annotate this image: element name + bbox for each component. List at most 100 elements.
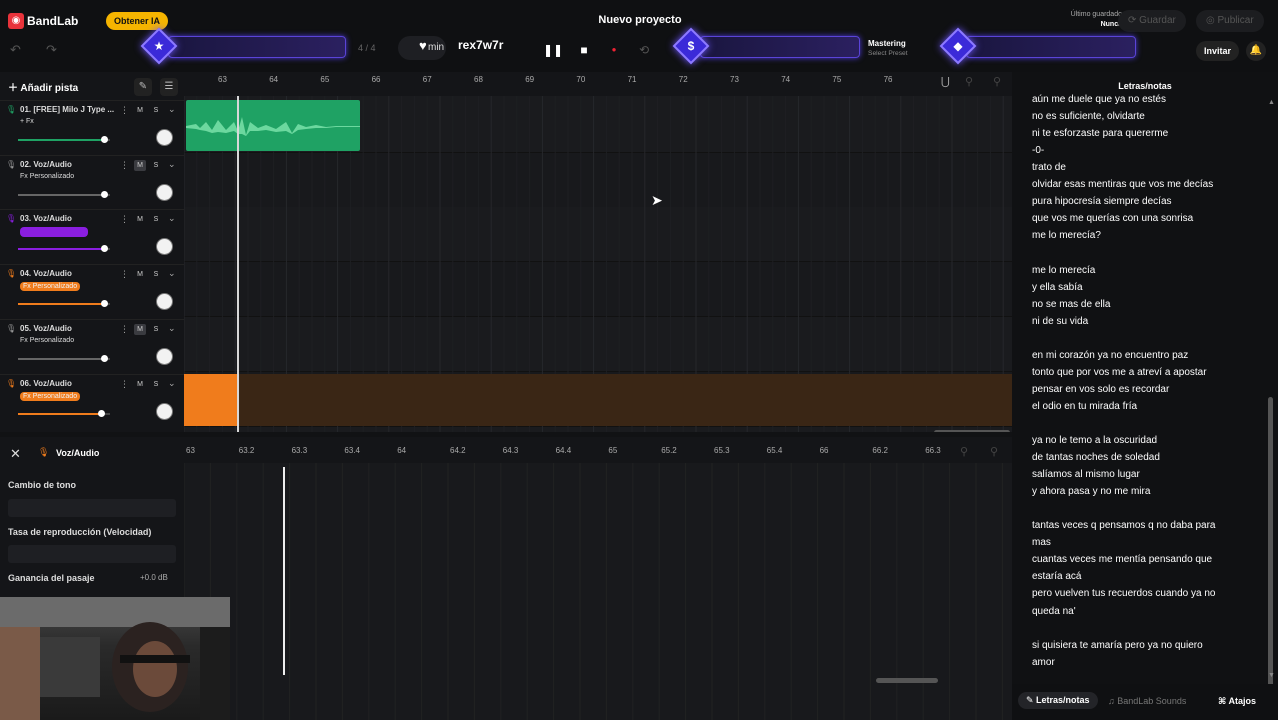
chevron-down-icon[interactable]: ⌄ [168,104,176,115]
bandlab-logo[interactable]: ◉ BandLab [8,13,78,29]
pencil-icon[interactable]: ✎ [134,78,152,96]
editor-playhead[interactable] [283,467,285,675]
track-fx-chip[interactable]: Fx Personalizado [20,391,81,401]
volume-slider[interactable] [18,409,110,417]
chevron-down-icon[interactable]: ⌄ [168,378,176,389]
close-editor-icon[interactable]: ✕ [10,446,21,462]
solo-button[interactable]: S [150,105,162,116]
track-header[interactable]: 🎙 02. Voz/Audio ⋮ M S ⌄ Fx Personalizado [0,154,184,210]
notification-bell-icon[interactable]: 🔔 [1246,41,1266,61]
scroll-up-icon[interactable]: ▲ [1268,99,1275,106]
track-menu-icon[interactable]: ⋮ [120,160,129,171]
mute-button[interactable]: M [134,269,146,280]
mute-button[interactable]: M [134,159,146,171]
mastering-button[interactable]: Mastering Select Preset [868,39,908,59]
editor-zoom-in-icon[interactable]: ⚲ [990,445,998,458]
track-header[interactable]: 🎙 01. [FREE] Milo J Type ... ⋮ M S ⌄ + F… [0,100,184,155]
volume-slider[interactable] [18,190,110,198]
project-title[interactable]: Nuevo proyecto [560,14,720,26]
solo-button[interactable]: S [150,160,162,171]
track-name[interactable]: 03. Voz/Audio [20,214,72,223]
invite-button[interactable]: Invitar [1196,41,1240,61]
track-menu-icon[interactable]: ⋮ [120,379,129,390]
track-lane[interactable] [184,316,1012,372]
pan-knob[interactable] [156,129,173,146]
pitch-label: Cambio de tono [8,480,76,490]
track-menu-icon[interactable]: ⋮ [120,214,129,225]
volume-slider[interactable] [18,136,110,143]
lyrics-line: mas [1032,537,1051,549]
volume-slider[interactable] [18,354,110,362]
track-header[interactable]: 🎙 06. Voz/Audio ⋮ M S ⌄ Fx Personalizado [0,373,184,429]
chevron-down-icon[interactable]: ⌄ [168,268,176,279]
mute-button[interactable]: M [134,323,146,335]
track-name[interactable]: 02. Voz/Audio [20,160,72,169]
track-fx-chip[interactable]: + Fx [20,118,34,125]
track-lane[interactable] [184,262,1012,318]
pan-knob[interactable] [156,347,173,365]
chevron-down-icon[interactable]: ⌄ [168,159,176,170]
timeline-ruler[interactable]: 63 64 65 66 67 68 69 70 71 72 73 74 75 76 ⋃ ⚲ ⚲ [184,72,1012,96]
solo-button[interactable]: S [150,324,162,335]
track-fx-chip[interactable] [20,227,88,238]
pitch-slider[interactable] [8,499,176,517]
pan-knob[interactable] [156,402,173,420]
audio-clip-beat[interactable] [186,100,360,151]
mute-button[interactable]: M [134,214,146,225]
record-icon[interactable]: ● [604,40,624,60]
track-6-empty-region[interactable] [238,374,1012,426]
speed-slider[interactable] [8,545,176,563]
track-header[interactable]: 🎙 05. Voz/Audio ⋮ M S ⌄ Fx Personalizado [0,318,184,374]
zoom-out-icon[interactable]: ⚲ [965,75,973,88]
add-track-button[interactable]: ＋ Añadir pista [8,80,78,98]
track-menu-icon[interactable]: ⋮ [120,269,129,280]
track-lane[interactable] [184,207,1012,263]
track-fx-chip[interactable]: Fx Personalizado [20,173,74,180]
track-menu-icon[interactable]: ⋮ [120,105,129,116]
track-settings-icon[interactable]: ☰ [160,78,178,96]
volume-slider[interactable] [18,300,110,308]
track-menu-icon[interactable]: ⋮ [120,324,129,335]
chevron-down-icon[interactable]: ⌄ [168,323,176,334]
pause-icon[interactable]: ❚❚ [543,40,563,60]
track-name[interactable]: 05. Voz/Audio [20,324,72,333]
solo-button[interactable]: S [150,214,162,225]
track-header[interactable]: 🎙 03. Voz/Audio ⋮ M S ⌄ [0,209,184,264]
editor-ruler[interactable]: 63 63.2 63.3 63.4 64 64.2 64.3 64.4 65 65.2 65.3 65… [184,437,1012,463]
audio-clip-vocal[interactable] [184,374,238,426]
tab-shortcuts[interactable]: ⌘ Atajos [1218,696,1256,707]
stop-icon[interactable]: ■ [574,40,594,60]
snap-magnet-icon[interactable]: ⋃ [941,75,950,88]
undo-icon[interactable]: ↶ [10,42,21,58]
solo-button[interactable]: S [150,269,162,280]
tab-bandlab-sounds[interactable]: ♫ BandLab Sounds [1108,696,1186,706]
track-header[interactable]: 🎙 04. Voz/Audio ⋮ M S ⌄ Fx Personalizado [0,264,184,319]
chevron-down-icon[interactable]: ⌄ [168,213,176,224]
redo-icon[interactable]: ↷ [46,42,57,58]
save-button[interactable]: ⟳ Guardar [1118,10,1186,32]
timeline-horizontal-scrollbar[interactable] [934,430,1010,432]
publish-button[interactable]: ◎ Publicar [1196,10,1264,32]
loop-icon[interactable]: ⟲ [634,40,654,60]
track-name[interactable]: 04. Voz/Audio [20,269,72,278]
solo-button[interactable]: S [150,379,162,390]
playhead[interactable] [237,96,239,432]
pan-knob[interactable] [156,238,173,256]
editor-horizontal-scrollbar[interactable] [876,678,938,683]
track-fx-chip[interactable]: Fx Personalizado [20,337,74,344]
pan-knob[interactable] [156,183,173,201]
track-name[interactable]: 06. Voz/Audio [20,379,72,388]
track-fx-chip[interactable]: Fx Personalizado [20,282,81,292]
track-lane[interactable] [184,152,1012,208]
zoom-in-icon[interactable]: ⚲ [993,75,1001,88]
mute-button[interactable]: M [134,379,146,390]
mute-button[interactable]: M [134,105,146,116]
editor-zoom-out-icon[interactable]: ⚲ [960,445,968,458]
tab-lyrics[interactable]: ✎ Letras/notas [1018,692,1098,709]
pan-knob[interactable] [156,293,173,311]
scroll-down-icon[interactable]: ▼ [1268,672,1275,679]
track-name[interactable]: 01. [FREE] Milo J Type ... [20,105,114,114]
save-label: Guardar [1139,15,1176,26]
volume-slider[interactable] [18,245,110,253]
timeline[interactable]: 63 64 65 66 67 68 69 70 71 72 73 74 75 76 ⋃ ⚲ ⚲ ➤ [184,72,1012,432]
